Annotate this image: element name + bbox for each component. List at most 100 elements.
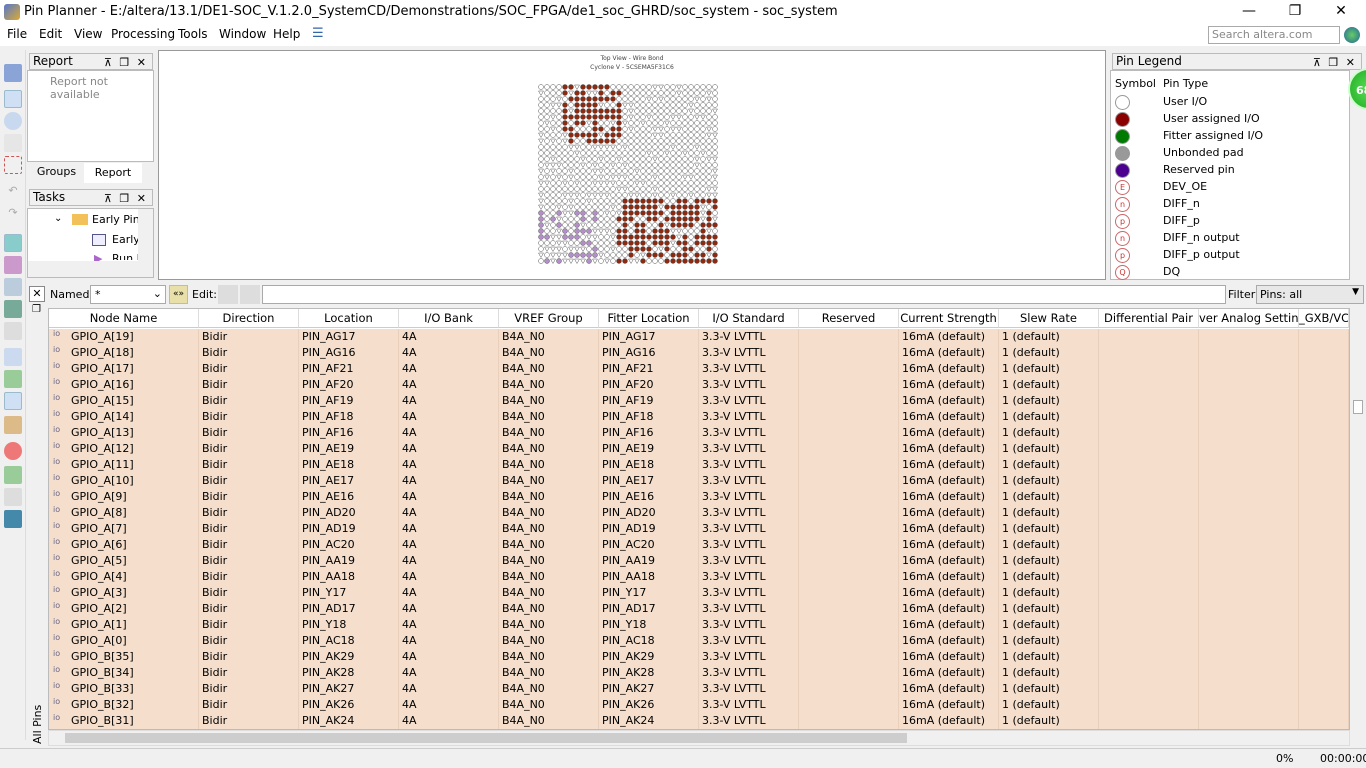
package-pin[interactable]: [658, 174, 664, 180]
table-cell[interactable]: 4A: [399, 601, 499, 617]
package-pin[interactable]: [580, 258, 586, 265]
pins-p-icon[interactable]: [4, 348, 22, 366]
package-pin[interactable]: [682, 240, 688, 246]
package-pin[interactable]: [640, 228, 646, 234]
package-pin[interactable]: [592, 96, 598, 102]
package-pin[interactable]: [706, 120, 712, 126]
feedback-icon[interactable]: ☰: [312, 26, 324, 41]
undo-icon[interactable]: ↶: [4, 184, 22, 202]
package-pin[interactable]: [598, 132, 604, 139]
package-pin[interactable]: [652, 198, 658, 204]
package-pin[interactable]: [592, 198, 598, 204]
package-pin[interactable]: [610, 102, 616, 108]
package-pin[interactable]: [688, 198, 694, 204]
package-pin[interactable]: [664, 210, 670, 216]
package-pin[interactable]: [652, 216, 658, 222]
package-pin[interactable]: [580, 234, 586, 240]
table-cell[interactable]: 1 (default): [999, 553, 1099, 569]
column-header[interactable]: VREF Group: [499, 309, 599, 328]
table-cell[interactable]: 16mA (default): [899, 681, 999, 697]
tab-all-pins[interactable]: All Pins: [31, 684, 44, 744]
package-pin[interactable]: [604, 204, 610, 210]
package-pin[interactable]: [556, 102, 562, 109]
package-pin[interactable]: [604, 240, 610, 246]
package-pin[interactable]: [610, 108, 616, 114]
table-cell[interactable]: B4A_N0: [499, 681, 599, 697]
package-pin[interactable]: [574, 90, 580, 96]
package-pin[interactable]: [634, 162, 640, 168]
package-pin[interactable]: [544, 96, 550, 102]
package-pin[interactable]: [556, 114, 562, 120]
package-pin[interactable]: [670, 120, 676, 126]
package-pin[interactable]: [688, 216, 694, 222]
table-cell[interactable]: 16mA (default): [899, 489, 999, 505]
package-pin[interactable]: [580, 210, 586, 216]
package-pin[interactable]: [682, 222, 688, 228]
package-pin[interactable]: [628, 174, 634, 180]
table-cell[interactable]: [799, 601, 899, 617]
table-cell[interactable]: PIN_AE18: [599, 457, 699, 473]
package-pin[interactable]: [544, 156, 550, 162]
package-pin[interactable]: [550, 96, 556, 102]
package-pin[interactable]: [598, 114, 604, 120]
package-pin[interactable]: [586, 126, 592, 132]
package-pin[interactable]: [580, 138, 586, 144]
package-pin[interactable]: [676, 228, 682, 235]
package-pin[interactable]: [538, 204, 544, 211]
package-pin[interactable]: [556, 204, 562, 211]
package-pin[interactable]: [538, 240, 544, 246]
table-cell[interactable]: 1 (default): [999, 329, 1099, 345]
filter-select[interactable]: Pins: all ▼: [1256, 285, 1364, 304]
package-pin[interactable]: [640, 156, 646, 162]
package-pin[interactable]: [634, 210, 640, 216]
package-pin[interactable]: [586, 114, 592, 120]
table-cell[interactable]: B4A_N0: [499, 361, 599, 377]
package-pin[interactable]: [706, 114, 712, 120]
package-pin[interactable]: [670, 144, 676, 151]
table-cell[interactable]: B4A_N0: [499, 329, 599, 345]
refresh-icon[interactable]: [4, 442, 22, 460]
package-pin[interactable]: [580, 180, 586, 186]
package-pin[interactable]: [604, 114, 610, 120]
package-pin[interactable]: [562, 228, 568, 234]
package-pin[interactable]: [670, 234, 676, 240]
package-pin[interactable]: [658, 102, 664, 108]
package-pin[interactable]: [538, 120, 544, 126]
package-pin[interactable]: [604, 252, 610, 258]
package-pin[interactable]: [598, 102, 604, 109]
package-pin[interactable]: [538, 150, 544, 156]
package-pin[interactable]: [586, 108, 592, 114]
package-pin[interactable]: [688, 114, 694, 120]
package-pin[interactable]: [538, 114, 544, 120]
package-pin[interactable]: [634, 84, 640, 90]
table-cell[interactable]: 4A: [399, 521, 499, 537]
package-pin[interactable]: [550, 222, 556, 228]
table-cell[interactable]: [1199, 441, 1299, 457]
package-pin[interactable]: [622, 198, 628, 204]
package-pin[interactable]: [688, 246, 694, 252]
package-pin[interactable]: [664, 180, 670, 186]
package-pin[interactable]: [586, 246, 592, 252]
package-pin[interactable]: [538, 144, 544, 150]
package-pin[interactable]: [574, 96, 580, 102]
package-pin[interactable]: [658, 252, 664, 258]
package-pin[interactable]: [712, 138, 718, 144]
table-cell[interactable]: B4A_N0: [499, 409, 599, 425]
tasks-vscrollbar[interactable]: [138, 209, 153, 261]
package-pin[interactable]: [682, 114, 688, 120]
package-pin[interactable]: [604, 132, 610, 138]
table-cell[interactable]: 4A: [399, 537, 499, 553]
package-pin[interactable]: [706, 168, 712, 174]
package-pin[interactable]: [640, 174, 646, 180]
table-cell[interactable]: 3.3-V LVTTL: [699, 425, 799, 441]
package-pin[interactable]: [670, 216, 676, 222]
table-cell[interactable]: io GPIO_B[33]: [49, 681, 199, 697]
table-cell[interactable]: 16mA (default): [899, 393, 999, 409]
package-pin[interactable]: [622, 258, 628, 264]
package-pin[interactable]: [694, 156, 700, 163]
table-cell[interactable]: 4A: [399, 633, 499, 649]
package-pin[interactable]: [670, 252, 676, 258]
package-pin[interactable]: [568, 222, 574, 228]
package-pin[interactable]: [604, 168, 610, 174]
package-pin[interactable]: [700, 84, 706, 90]
